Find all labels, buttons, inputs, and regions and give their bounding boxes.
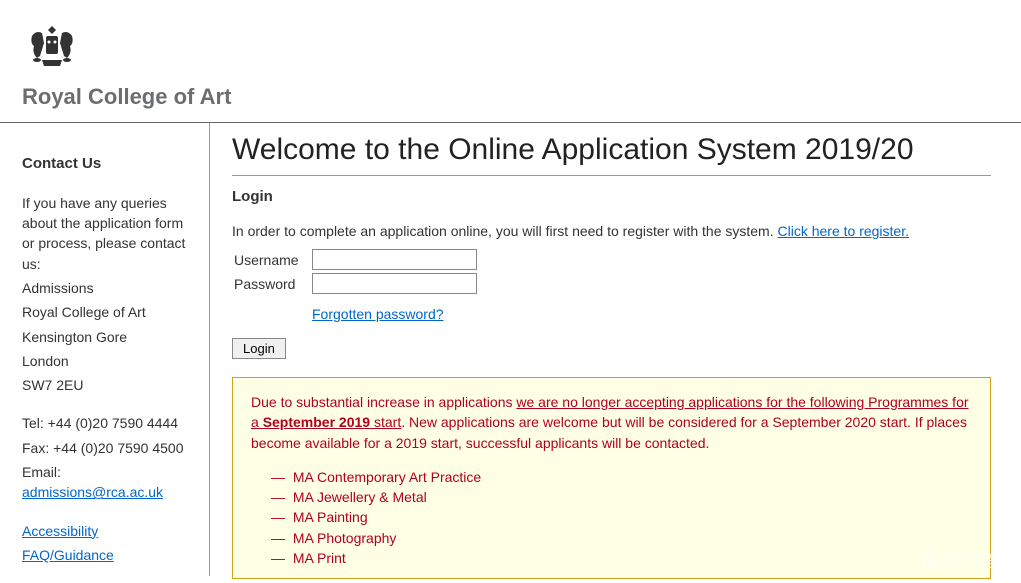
- notice-underline-post: start: [370, 414, 401, 430]
- notice-box: Due to substantial increase in applicati…: [232, 377, 991, 579]
- username-label: Username: [232, 252, 312, 268]
- accessibility-link[interactable]: Accessibility: [22, 523, 98, 539]
- page-header: Royal College of Art: [0, 0, 1021, 123]
- password-row: Password: [232, 273, 991, 294]
- email-link[interactable]: admissions@rca.ac.uk: [22, 484, 163, 500]
- email-label: Email:: [22, 464, 61, 480]
- username-input[interactable]: [312, 249, 477, 270]
- password-label: Password: [232, 276, 312, 292]
- intro-text: In order to complete an application onli…: [232, 223, 778, 239]
- programme-item: MA Photography: [271, 528, 972, 548]
- contact-fax: Fax: +44 (0)20 7590 4500: [22, 438, 199, 458]
- contact-postcode: SW7 2EU: [22, 375, 199, 395]
- programme-list: MA Contemporary Art Practice MA Jeweller…: [251, 467, 972, 568]
- password-input[interactable]: [312, 273, 477, 294]
- programme-item: MA Jewellery & Metal: [271, 487, 972, 507]
- rca-crest-logo: [22, 18, 82, 73]
- contact-city: London: [22, 351, 199, 371]
- login-heading: Login: [232, 188, 991, 205]
- forgotten-password-link[interactable]: Forgotten password?: [312, 306, 444, 322]
- notice-strong: September 2019: [263, 414, 370, 430]
- contact-heading: Contact Us: [22, 153, 199, 175]
- forgot-row: Forgotten password?: [312, 306, 991, 322]
- contact-org: Admissions: [22, 278, 199, 298]
- login-intro: In order to complete an application onli…: [232, 223, 991, 239]
- college-name: Royal College of Art: [22, 84, 1021, 110]
- notice-text: Due to substantial increase in applicati…: [251, 392, 972, 453]
- sidebar: Contact Us If you have any queries about…: [0, 123, 210, 576]
- main-layout: Contact Us If you have any queries about…: [0, 123, 1021, 576]
- login-button[interactable]: Login: [232, 338, 286, 359]
- register-link[interactable]: Click here to register.: [778, 223, 910, 239]
- contact-street: Kensington Gore: [22, 327, 199, 347]
- contact-email-line: Email: admissions@rca.ac.uk: [22, 462, 199, 503]
- page-title: Welcome to the Online Application System…: [232, 133, 991, 176]
- contact-college: Royal College of Art: [22, 302, 199, 322]
- username-row: Username: [232, 249, 991, 270]
- contact-tel: Tel: +44 (0)20 7590 4444: [22, 413, 199, 433]
- programme-item: MA Painting: [271, 507, 972, 527]
- faq-link[interactable]: FAQ/Guidance: [22, 547, 114, 563]
- notice-part1: Due to substantial increase in applicati…: [251, 394, 516, 410]
- programme-item: MA Contemporary Art Practice: [271, 467, 972, 487]
- main-content: Welcome to the Online Application System…: [210, 123, 1021, 576]
- programme-item: MA Print: [271, 548, 972, 568]
- watermark: 悟空问答: [921, 547, 1001, 573]
- contact-intro: If you have any queries about the applic…: [22, 193, 199, 274]
